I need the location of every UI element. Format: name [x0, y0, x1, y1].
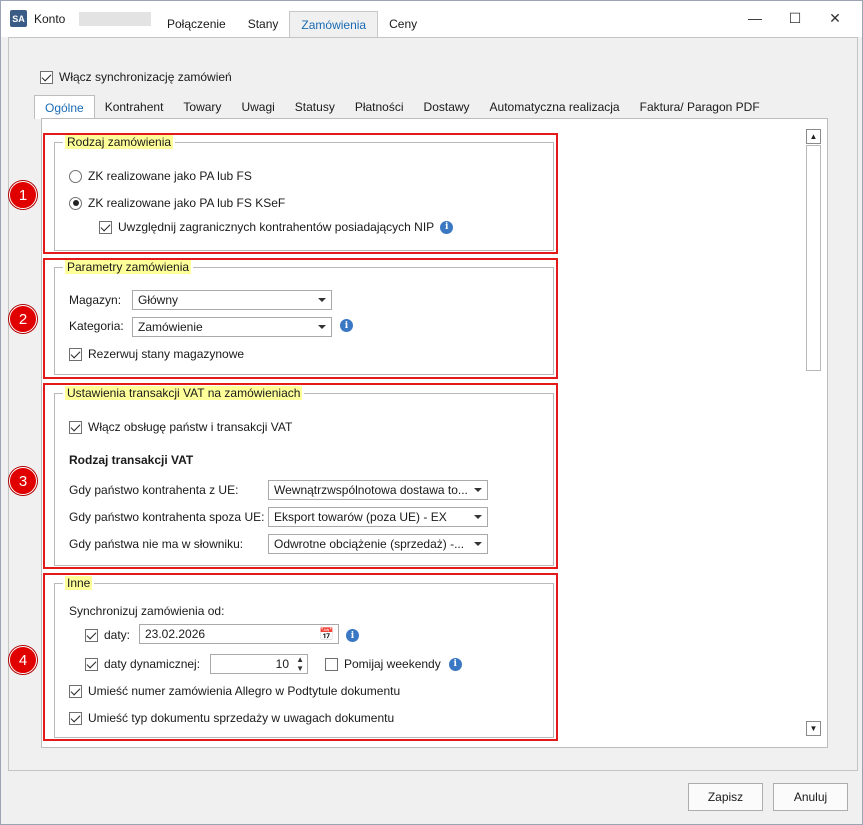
foreign-nip-row[interactable]: Uwzględnij zagranicznych kontrahentów po… — [99, 220, 454, 234]
foreign-nip-label: Uwzględnij zagranicznych kontrahentów po… — [118, 220, 435, 234]
chevron-down-icon — [474, 515, 482, 519]
scroll-down-icon[interactable]: ▼ — [806, 721, 821, 736]
sync-from-label: Synchronizuj zamówienia od: — [69, 604, 225, 618]
annotation-badge-3: 3 — [9, 467, 37, 495]
tab-ogolne[interactable]: Ogólne — [34, 95, 95, 119]
top-tabs: Połączenie Stany Zamówienia Ceny — [156, 11, 428, 37]
reserve-stock-label: Rezerwuj stany magazynowe — [88, 347, 245, 361]
dynamic-date-row[interactable]: daty dynamicznej: — [85, 657, 200, 671]
radio-zk-pa-fs[interactable] — [69, 169, 82, 183]
tab-ceny[interactable]: Ceny — [378, 11, 428, 37]
enable-vat-row[interactable]: Włącz obsługę państw i transakcji VAT — [69, 420, 292, 434]
title-bar: SA Konto Połączenie Stany Zamówienia Cen… — [1, 1, 862, 37]
annotation-badge-1: 1 — [9, 181, 37, 209]
chevron-down-icon — [318, 325, 326, 329]
tab-uwagi[interactable]: Uwagi — [231, 95, 284, 119]
annotation-badge-4: 4 — [9, 646, 37, 674]
radio-zk-pa-fs-label: ZK realizowane jako PA lub FS — [88, 169, 252, 183]
dynamic-date-label: daty dynamicznej: — [104, 657, 201, 671]
radio-zk-pa-fs-ksef[interactable] — [69, 196, 82, 210]
magazyn-select[interactable]: Główny — [132, 290, 332, 310]
sync-orders-checkbox[interactable] — [40, 70, 53, 84]
allegro-number-checkbox[interactable] — [69, 684, 82, 698]
vat-unknown-label: Gdy państwa nie ma w słowniku: — [69, 537, 244, 551]
inner-tabs: Ogólne Kontrahent Towary Uwagi Statusy P… — [34, 95, 770, 119]
annotation-badge-2: 2 — [9, 305, 37, 333]
window-title: Konto — [34, 12, 66, 26]
tab-automatyczna-realizacja[interactable]: Automatyczna realizacja — [480, 95, 630, 119]
dynamic-days-stepper[interactable]: 10 ▲ ▼ — [210, 654, 308, 674]
cancel-button[interactable]: Anuluj — [773, 783, 848, 811]
app-logo-icon: SA — [10, 10, 27, 27]
doc-type-notes-label: Umieść typ dokumentu sprzedaży w uwagach… — [88, 711, 395, 725]
vat-non-eu-select[interactable]: Eksport towarów (poza UE) - EX — [268, 507, 488, 527]
date-row[interactable]: daty: — [85, 628, 130, 642]
tab-faktura-paragon-pdf[interactable]: Faktura/ Paragon PDF — [630, 95, 770, 119]
chevron-down-icon — [318, 298, 326, 302]
vat-eu-select[interactable]: Wewnątrzwspólnotowa dostawa to... — [268, 480, 488, 500]
foreign-nip-checkbox[interactable] — [99, 220, 112, 234]
sync-orders-label: Włącz synchronizację zamówień — [59, 70, 232, 84]
skip-weekends-row[interactable]: Pomijaj weekendy i — [325, 657, 462, 671]
calendar-icon[interactable]: 📅 — [319, 627, 334, 641]
scroll-thumb[interactable] — [806, 145, 821, 371]
save-button[interactable]: Zapisz — [688, 783, 763, 811]
reserve-stock-checkbox[interactable] — [69, 347, 82, 361]
maximize-icon[interactable]: ☐ — [786, 9, 804, 27]
scroll-up-icon[interactable]: ▲ — [806, 129, 821, 144]
order-params-title: Parametry zamówienia — [63, 260, 194, 274]
tab-zamowienia[interactable]: Zamówienia — [289, 11, 379, 37]
vertical-scrollbar[interactable]: ▲ ▼ — [806, 129, 822, 739]
tab-platnosci[interactable]: Płatności — [345, 95, 414, 119]
skip-weekends-checkbox[interactable] — [325, 657, 338, 671]
reserve-stock-row[interactable]: Rezerwuj stany magazynowe — [69, 347, 244, 361]
skip-weekends-label: Pomijaj weekendy — [344, 657, 441, 671]
doc-type-notes-row[interactable]: Umieść typ dokumentu sprzedaży w uwagach… — [69, 711, 394, 725]
chevron-down-icon — [474, 488, 482, 492]
vat-type-heading: Rodzaj transakcji VAT — [69, 453, 194, 467]
radio-zk-pa-fs-row[interactable]: ZK realizowane jako PA lub FS — [69, 169, 252, 183]
redacted-account-name — [79, 12, 151, 26]
info-icon[interactable]: i — [340, 319, 353, 332]
close-icon[interactable]: ✕ — [826, 9, 844, 27]
sync-orders-row[interactable]: Włącz synchronizację zamówień — [40, 70, 232, 84]
tab-dostawy[interactable]: Dostawy — [414, 95, 480, 119]
minimize-icon[interactable]: — — [746, 9, 764, 27]
stepper-arrows-icon[interactable]: ▲ ▼ — [296, 655, 304, 673]
info-icon[interactable]: i — [440, 220, 454, 234]
radio-zk-pa-fs-ksef-label: ZK realizowane jako PA lub FS KSeF — [88, 196, 286, 210]
info-icon[interactable]: i — [448, 657, 462, 671]
radio-zk-pa-fs-ksef-row[interactable]: ZK realizowane jako PA lub FS KSeF — [69, 196, 285, 210]
vat-eu-label: Gdy państwo kontrahenta z UE: — [69, 483, 239, 497]
allegro-number-label: Umieść numer zamówienia Allegro w Podtyt… — [88, 684, 401, 698]
tab-kontrahent[interactable]: Kontrahent — [95, 95, 174, 119]
tab-towary[interactable]: Towary — [173, 95, 231, 119]
date-picker-input[interactable]: 23.02.2026 📅 — [139, 624, 339, 644]
magazyn-label: Magazyn: — [69, 293, 122, 307]
tab-polaczenie[interactable]: Połączenie — [156, 11, 237, 37]
tab-stany[interactable]: Stany — [237, 11, 290, 37]
order-type-title: Rodzaj zamówienia — [63, 135, 176, 149]
date-checkbox[interactable] — [85, 628, 98, 642]
allegro-number-row[interactable]: Umieść numer zamówienia Allegro w Podtyt… — [69, 684, 400, 698]
enable-vat-label: Włącz obsługę państw i transakcji VAT — [88, 420, 293, 434]
kategoria-select[interactable]: Zamówienie — [132, 317, 332, 337]
info-icon[interactable]: i — [346, 629, 359, 642]
settings-window: SA Konto Połączenie Stany Zamówienia Cen… — [0, 0, 863, 825]
tab-statusy[interactable]: Statusy — [285, 95, 345, 119]
dynamic-date-checkbox[interactable] — [85, 657, 98, 671]
vat-settings-title: Ustawienia transakcji VAT na zamówieniac… — [63, 386, 305, 400]
kategoria-label: Kategoria: — [69, 319, 124, 333]
vat-non-eu-label: Gdy państwo kontrahenta spoza UE: — [69, 510, 265, 524]
enable-vat-checkbox[interactable] — [69, 420, 82, 434]
chevron-down-icon — [474, 542, 482, 546]
doc-type-notes-checkbox[interactable] — [69, 711, 82, 725]
vat-unknown-select[interactable]: Odwrotne obciążenie (sprzedaż) -... — [268, 534, 488, 554]
date-label: daty: — [104, 628, 131, 642]
other-settings-title: Inne — [63, 576, 95, 590]
